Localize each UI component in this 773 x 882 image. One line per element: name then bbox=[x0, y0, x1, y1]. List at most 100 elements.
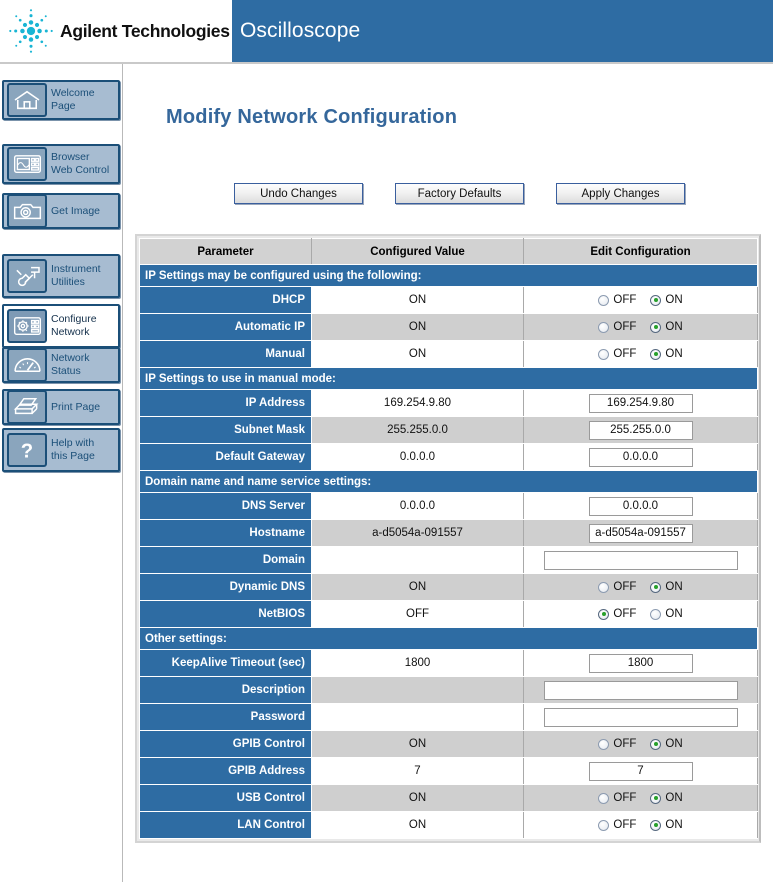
edit-cell-keepalive-timeout-sec bbox=[523, 649, 758, 677]
edit-cell-gpib-control: OFF ON bbox=[523, 730, 758, 758]
sidebar-item-label-line: Utilities bbox=[51, 276, 85, 288]
gauge-icon bbox=[7, 348, 47, 382]
radio-label: ON bbox=[665, 608, 683, 620]
radio-manual-off[interactable]: OFF bbox=[598, 348, 636, 360]
input-keepalive-timeout-sec[interactable] bbox=[588, 653, 693, 673]
sidebar-item-print-page[interactable]: Print Page bbox=[2, 389, 120, 425]
radio-button-icon[interactable] bbox=[598, 581, 610, 593]
table-row: DHCP ON OFF ON bbox=[139, 286, 758, 314]
radio-group-netbios: OFF ON bbox=[524, 608, 757, 620]
radio-button-icon[interactable] bbox=[650, 608, 662, 620]
input-subnet-mask[interactable] bbox=[588, 420, 693, 440]
radio-dynamic-dns-off[interactable]: OFF bbox=[598, 581, 636, 593]
sidebar-item-instrument-utilities[interactable]: Instrument Utilities bbox=[2, 254, 120, 298]
edit-cell-default-gateway bbox=[523, 443, 758, 471]
radio-gpib-control-off[interactable]: OFF bbox=[598, 738, 636, 750]
radio-button-icon[interactable] bbox=[598, 321, 610, 333]
input-dns-server[interactable] bbox=[588, 496, 693, 516]
radio-gpib-control-on[interactable]: ON bbox=[650, 738, 683, 750]
radio-dhcp-on[interactable]: ON bbox=[650, 294, 683, 306]
sidebar-nav: Welcome Page Browser Web Control Get Image I… bbox=[0, 64, 124, 882]
edit-cell-usb-control: OFF ON bbox=[523, 784, 758, 812]
input-password[interactable] bbox=[543, 707, 738, 727]
radio-button-icon[interactable] bbox=[598, 348, 610, 360]
brand-name: Agilent Technologies bbox=[60, 20, 230, 41]
param-label-lan-control: LAN Control bbox=[139, 811, 312, 839]
house-icon bbox=[7, 83, 47, 117]
app-header: Agilent Technologies Oscilloscope bbox=[0, 0, 773, 62]
table-section-row: IP Settings to use in manual mode: bbox=[139, 367, 758, 390]
undo-changes-button[interactable]: Undo Changes bbox=[234, 183, 363, 204]
sidebar-item-label-line: Get Image bbox=[51, 204, 101, 217]
sidebar-item-get-image[interactable]: Get Image bbox=[2, 193, 120, 229]
radio-lan-control-on[interactable]: ON bbox=[650, 819, 683, 831]
input-gpib-address[interactable] bbox=[588, 761, 693, 781]
input-description[interactable] bbox=[543, 680, 738, 700]
radio-button-icon[interactable] bbox=[650, 294, 662, 306]
sidebar-divider bbox=[122, 64, 123, 882]
radio-label: OFF bbox=[613, 608, 637, 620]
configured-value-domain bbox=[311, 546, 524, 574]
main-content: Modify Network Configuration Undo Change… bbox=[124, 64, 773, 882]
edit-cell-manual: OFF ON bbox=[523, 340, 758, 368]
radio-button-icon[interactable] bbox=[598, 738, 610, 750]
input-hostname[interactable] bbox=[588, 523, 693, 543]
table-row: Dynamic DNS ON OFF ON bbox=[139, 573, 758, 601]
edit-cell-domain bbox=[523, 546, 758, 574]
table-row: Manual ON OFF ON bbox=[139, 340, 758, 368]
input-ip-address[interactable] bbox=[588, 393, 693, 413]
radio-usb-control-off[interactable]: OFF bbox=[598, 792, 636, 804]
sidebar-item-label-line: Browser bbox=[51, 151, 90, 163]
radio-automatic-ip-off[interactable]: OFF bbox=[598, 321, 636, 333]
radio-button-icon[interactable] bbox=[650, 321, 662, 333]
radio-netbios-off[interactable]: OFF bbox=[598, 608, 636, 620]
param-label-keepalive-timeout-sec: KeepAlive Timeout (sec) bbox=[139, 649, 312, 677]
apply-changes-button[interactable]: Apply Changes bbox=[556, 183, 685, 204]
table-row: GPIB Address 7 bbox=[139, 757, 758, 785]
sidebar-item-help-with-this-page[interactable]: ? Help with this Page bbox=[2, 428, 120, 472]
radio-button-icon[interactable] bbox=[598, 608, 610, 620]
radio-button-icon[interactable] bbox=[598, 819, 610, 831]
page-title: Modify Network Configuration bbox=[166, 106, 458, 128]
edit-cell-dns-server bbox=[523, 492, 758, 520]
radio-group-lan-control: OFF ON bbox=[524, 819, 757, 831]
configured-value-lan-control: ON bbox=[311, 811, 524, 839]
app-title: Oscilloscope bbox=[240, 19, 361, 42]
sidebar-item-browser-web-control[interactable]: Browser Web Control bbox=[2, 144, 120, 184]
configured-value-gpib-address: 7 bbox=[311, 757, 524, 785]
sidebar-item-welcome-page[interactable]: Welcome Page bbox=[2, 80, 120, 120]
radio-button-icon[interactable] bbox=[650, 792, 662, 804]
sidebar-item-label: Help with this Page bbox=[49, 437, 95, 463]
radio-button-icon[interactable] bbox=[650, 738, 662, 750]
sidebar-item-network-status[interactable]: Network Status bbox=[2, 347, 120, 383]
table-header: Parameter Configured Value Edit Configur… bbox=[139, 238, 758, 265]
param-label-automatic-ip: Automatic IP bbox=[139, 313, 312, 341]
radio-lan-control-off[interactable]: OFF bbox=[598, 819, 636, 831]
radio-button-icon[interactable] bbox=[650, 348, 662, 360]
edit-cell-ip-address bbox=[523, 389, 758, 417]
configured-value-automatic-ip: ON bbox=[311, 313, 524, 341]
table-row: Subnet Mask 255.255.0.0 bbox=[139, 416, 758, 444]
input-domain[interactable] bbox=[543, 550, 738, 570]
radio-label: OFF bbox=[613, 738, 637, 750]
radio-dynamic-dns-on[interactable]: ON bbox=[650, 581, 683, 593]
radio-label: ON bbox=[665, 348, 683, 360]
sidebar-item-configure-network[interactable]: Configure Network bbox=[2, 304, 120, 348]
radio-usb-control-on[interactable]: ON bbox=[650, 792, 683, 804]
radio-netbios-on[interactable]: ON bbox=[650, 608, 683, 620]
radio-button-icon[interactable] bbox=[598, 792, 610, 804]
edit-cell-dhcp: OFF ON bbox=[523, 286, 758, 314]
radio-label: OFF bbox=[613, 581, 637, 593]
input-default-gateway[interactable] bbox=[588, 447, 693, 467]
radio-button-icon[interactable] bbox=[598, 294, 610, 306]
radio-manual-on[interactable]: ON bbox=[650, 348, 683, 360]
param-label-default-gateway: Default Gateway bbox=[139, 443, 312, 471]
radio-automatic-ip-on[interactable]: ON bbox=[650, 321, 683, 333]
radio-dhcp-off[interactable]: OFF bbox=[598, 294, 636, 306]
radio-button-icon[interactable] bbox=[650, 819, 662, 831]
section-label: IP Settings may be configured using the … bbox=[139, 264, 758, 287]
param-label-hostname: Hostname bbox=[139, 519, 312, 547]
configured-value-gpib-control: ON bbox=[311, 730, 524, 758]
radio-button-icon[interactable] bbox=[650, 581, 662, 593]
factory-defaults-button[interactable]: Factory Defaults bbox=[395, 183, 524, 204]
